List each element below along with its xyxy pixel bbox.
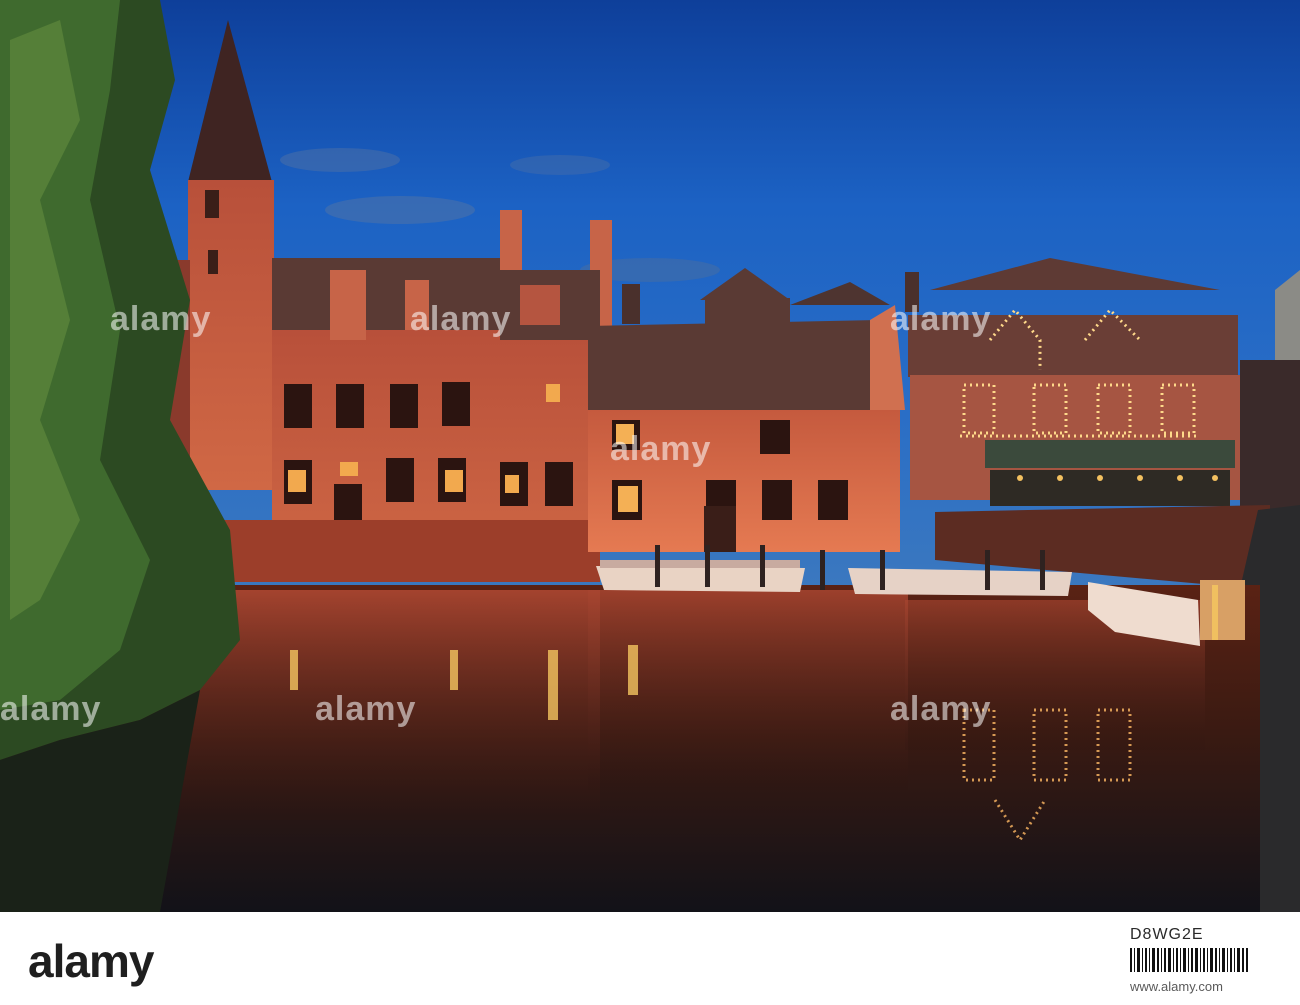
site-url: www.alamy.com [1130,979,1223,994]
image-id: D8WG2E [1130,926,1204,943]
image-info: D8WG2E www.alamy.com [1130,926,1270,994]
alamy-logo: alamy [28,935,154,987]
footer-bar: alamy D8WG2E www.alamy.com [0,912,1300,1005]
barcode-icon [1130,948,1248,972]
photo: alamy alamy alamy alamy alamy alamy alam… [0,0,1300,912]
